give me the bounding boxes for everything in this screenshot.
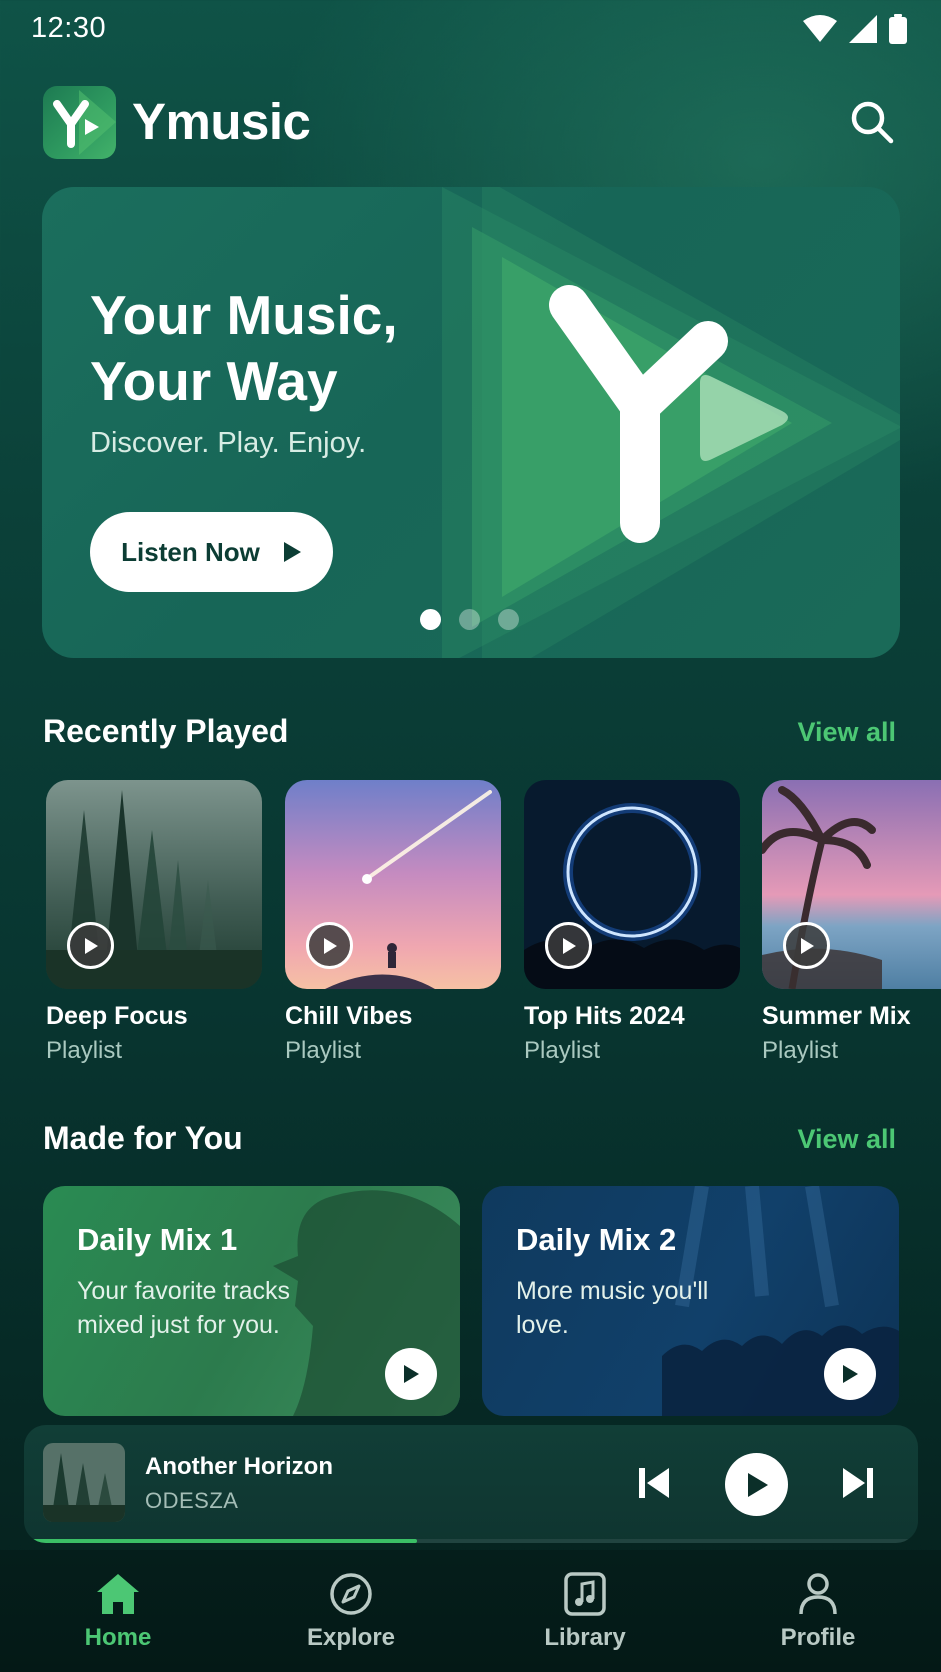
- mix-card-daily-mix-2[interactable]: Daily Mix 2 More music you'll love.: [482, 1186, 899, 1416]
- status-time: 12:30: [31, 12, 107, 44]
- carousel-dots: [420, 609, 519, 630]
- mini-player[interactable]: Another Horizon ODESZA: [24, 1425, 918, 1543]
- play-icon: [84, 937, 98, 954]
- mix-description: Your favorite tracks mixed just for you.: [77, 1277, 291, 1339]
- playlist-cover-chill-vibes: [285, 780, 501, 989]
- play-button[interactable]: [385, 1348, 437, 1400]
- nav-item-home[interactable]: Home: [38, 1572, 198, 1652]
- mix-description: More music you'll love.: [516, 1277, 709, 1339]
- previous-button[interactable]: [634, 1463, 674, 1503]
- nav-label: Profile: [780, 1624, 856, 1651]
- mix-title: Daily Mix 1: [77, 1222, 238, 1257]
- app-name: Ymusic: [132, 93, 311, 150]
- play-icon: [843, 1365, 858, 1383]
- hero-logo-art: [442, 187, 900, 658]
- play-icon: [283, 542, 301, 562]
- playlist-type: Playlist: [285, 1037, 362, 1064]
- play-button[interactable]: [67, 922, 114, 969]
- playback-progress[interactable]: [24, 1539, 918, 1543]
- home-icon: [97, 1574, 139, 1614]
- playlist-cover-summer-mix: [762, 780, 941, 989]
- play-icon: [562, 937, 576, 954]
- compass-icon: [330, 1573, 372, 1615]
- playlist-card-chill-vibes[interactable]: Chill Vibes Playlist: [285, 780, 501, 1065]
- search-icon: [851, 101, 894, 144]
- now-playing-artwork: [43, 1443, 125, 1522]
- nav-label: Home: [84, 1624, 152, 1651]
- wifi-icon: [803, 15, 837, 42]
- skip-previous-icon: [639, 1468, 669, 1498]
- music-note-icon: [564, 1572, 606, 1616]
- skip-next-icon: [843, 1468, 873, 1498]
- hero-subtitle: Discover. Play. Enjoy.: [90, 427, 367, 459]
- play-icon: [404, 1365, 419, 1383]
- hero-banner[interactable]: Your Music, Your Way Discover. Play. Enj…: [42, 187, 900, 658]
- play-icon: [800, 937, 814, 954]
- playlist-card-top-hits-2024[interactable]: Top Hits 2024 Playlist: [524, 780, 740, 1065]
- playlist-type: Playlist: [46, 1037, 123, 1064]
- play-icon: [323, 937, 337, 954]
- nav-item-explore[interactable]: Explore: [271, 1572, 431, 1652]
- now-playing-artist: ODESZA: [145, 1488, 239, 1513]
- play-button[interactable]: [306, 922, 353, 969]
- play-pause-button[interactable]: [725, 1453, 788, 1516]
- playback-progress-fill: [24, 1539, 418, 1543]
- playlist-name: Chill Vibes: [285, 1002, 413, 1030]
- made-for-you-title: Made for You: [43, 1120, 243, 1156]
- mix-card-daily-mix-1[interactable]: Daily Mix 1 Your favorite tracks mixed j…: [43, 1186, 460, 1416]
- play-button[interactable]: [545, 922, 592, 969]
- battery-icon: [889, 14, 907, 44]
- nav-item-library[interactable]: Library: [505, 1572, 665, 1652]
- status-icons: [803, 14, 907, 44]
- hero-title: Your Music, Your Way: [90, 284, 398, 412]
- listen-now-button[interactable]: Listen Now: [90, 512, 333, 592]
- playlist-cover-top-hits-2024: [524, 780, 740, 989]
- playlist-type: Playlist: [524, 1037, 601, 1064]
- playlist-cover-deep-focus: [46, 780, 262, 989]
- nav-label: Library: [544, 1624, 626, 1651]
- playlist-card-deep-focus[interactable]: Deep Focus Playlist: [46, 780, 262, 1065]
- playlist-card-summer-mix[interactable]: Summer Mix Playlist: [762, 780, 941, 1065]
- recently-played-title: Recently Played: [43, 713, 289, 749]
- carousel-dot-3[interactable]: [498, 609, 519, 630]
- play-button[interactable]: [783, 922, 830, 969]
- nav-item-profile[interactable]: Profile: [738, 1572, 898, 1652]
- play-icon: [747, 1472, 768, 1497]
- playlist-name: Top Hits 2024: [524, 1002, 685, 1030]
- carousel-dot-1[interactable]: [420, 609, 441, 630]
- person-icon: [799, 1573, 837, 1615]
- mix-title: Daily Mix 2: [516, 1222, 677, 1257]
- signal-icon: [849, 15, 877, 43]
- carousel-dot-2[interactable]: [459, 609, 480, 630]
- now-playing-title: Another Horizon: [145, 1453, 333, 1480]
- search-button[interactable]: [848, 98, 896, 146]
- playlist-name: Summer Mix: [762, 1002, 911, 1030]
- playlist-type: Playlist: [762, 1037, 839, 1064]
- recently-played-view-all[interactable]: View all: [797, 717, 896, 748]
- logo-icon: [53, 90, 116, 155]
- listen-now-label: Listen Now: [121, 536, 260, 567]
- next-button[interactable]: [838, 1463, 878, 1503]
- made-for-you-view-all[interactable]: View all: [797, 1124, 896, 1155]
- play-button[interactable]: [824, 1348, 876, 1400]
- playlist-name: Deep Focus: [46, 1002, 188, 1030]
- bottom-navigation: Home Explore Library Profile: [0, 1550, 941, 1672]
- nav-label: Explore: [306, 1624, 396, 1651]
- forest-artwork: [43, 1443, 125, 1522]
- app-logo: [43, 86, 116, 159]
